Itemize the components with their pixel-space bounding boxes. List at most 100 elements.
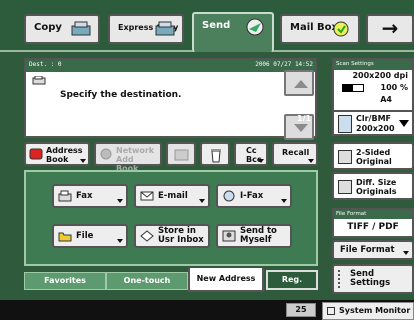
document-icon bbox=[338, 115, 352, 133]
scan-mode-selector[interactable]: Clr/BMF 200x200 bbox=[332, 110, 414, 136]
corner-arrow-icon bbox=[117, 199, 123, 203]
corner-arrow-icon bbox=[258, 159, 264, 163]
recall-label: Recall bbox=[282, 148, 310, 157]
ifax-button[interactable]: I-Fax bbox=[216, 184, 292, 208]
resolution-value: 200x200 dpi bbox=[352, 71, 408, 80]
email-label: E-mail bbox=[158, 191, 188, 201]
file-label: File bbox=[76, 231, 94, 241]
mailbox-icon bbox=[333, 21, 349, 37]
copier-icon bbox=[71, 21, 91, 36]
sendme-label-2: Myself bbox=[240, 235, 272, 245]
address-book-icon bbox=[29, 148, 43, 160]
status-counter-button[interactable]: 25 bbox=[286, 303, 316, 317]
corner-arrow-icon bbox=[199, 199, 205, 203]
ratio-value: 100 % bbox=[380, 83, 409, 92]
tab-send[interactable]: Send bbox=[192, 12, 274, 52]
cc-bcc-button[interactable]: Cc Bcc bbox=[234, 142, 268, 166]
user-icon bbox=[222, 230, 236, 242]
email-button[interactable]: E-mail bbox=[134, 184, 210, 208]
two-sided-icon bbox=[338, 150, 352, 164]
register-button[interactable]: Reg. bbox=[266, 270, 318, 290]
diff-size-label-1: Diff. Size bbox=[356, 178, 397, 187]
file-format-value: TIFF / PDF bbox=[347, 222, 399, 232]
file-format-button[interactable]: File Format bbox=[332, 240, 414, 260]
diff-size-label: Diff. Size Originals bbox=[356, 178, 397, 196]
network-address-book-button[interactable]: Network Add Book bbox=[94, 142, 162, 173]
inbox-icon bbox=[140, 230, 154, 242]
scroll-up-button[interactable] bbox=[284, 70, 314, 96]
two-sided-original-button[interactable]: 2-Sided Original bbox=[332, 142, 414, 170]
page-counter: 1/1 bbox=[297, 114, 312, 123]
send-type-panel: Fax E-mail I-Fax File Store in Usr Inbox bbox=[24, 170, 318, 266]
system-monitor-button[interactable]: System Monitor bbox=[322, 302, 414, 320]
corner-arrow-icon bbox=[403, 251, 409, 255]
tab-one-touch[interactable]: One-touch bbox=[106, 272, 188, 290]
corner-arrow-icon bbox=[117, 239, 123, 243]
tab-mail-box[interactable]: Mail Box bbox=[280, 14, 360, 44]
corner-arrow-icon bbox=[80, 159, 86, 163]
up-arrow-icon bbox=[294, 80, 308, 88]
scan-mode-text: Clr/BMF 200x200 bbox=[356, 114, 395, 134]
scan-settings-panel: Scan Settings 200x200 dpi 100 % A4 bbox=[332, 58, 414, 114]
corner-arrow-icon bbox=[281, 199, 287, 203]
diff-size-label-2: Originals bbox=[356, 187, 397, 196]
trash-icon bbox=[211, 149, 221, 163]
email-icon bbox=[140, 191, 154, 201]
cc-label: Cc bbox=[246, 146, 257, 155]
send-screen: Copy Express Copy Send Mail Box → Dest. … bbox=[0, 0, 414, 320]
recall-button[interactable]: Recall bbox=[272, 142, 318, 166]
ifax-label: I-Fax bbox=[240, 191, 264, 201]
status-counter: 25 bbox=[295, 305, 307, 314]
send-to-myself-button[interactable]: Send to Myself bbox=[216, 224, 292, 248]
address-book-button[interactable]: Address Book bbox=[24, 142, 90, 166]
network-label-1: Network bbox=[116, 146, 155, 155]
tab-send-label: Send bbox=[202, 20, 231, 31]
two-sided-label-2: Original bbox=[356, 157, 392, 166]
tab-new-address[interactable]: New Address bbox=[188, 268, 264, 292]
next-function-button[interactable]: → bbox=[366, 14, 414, 44]
tab-favorites[interactable]: Favorites bbox=[24, 272, 106, 290]
two-sided-label-1: 2-Sided bbox=[356, 148, 391, 157]
destination-count: Dest. : 0 bbox=[29, 61, 62, 68]
send-settings-button[interactable]: Send Settings bbox=[332, 264, 414, 294]
down-arrow-icon bbox=[294, 124, 308, 132]
scan-settings-header: Scan Settings bbox=[334, 60, 412, 70]
sendme-label: Send to Myself bbox=[240, 227, 277, 245]
tab-copy[interactable]: Copy bbox=[24, 14, 100, 44]
send-icon bbox=[246, 18, 264, 36]
detail-button[interactable] bbox=[166, 142, 196, 166]
fax-button[interactable]: Fax bbox=[52, 184, 128, 208]
ifax-icon bbox=[223, 190, 235, 202]
function-tab-bar: Copy Express Copy Send Mail Box → bbox=[0, 0, 414, 52]
corner-arrow-icon bbox=[308, 159, 314, 163]
store-label: Store in Usr Inbox bbox=[158, 227, 204, 245]
file-format-header: File Format bbox=[334, 210, 412, 219]
reg-label: Reg. bbox=[281, 275, 303, 284]
file-format-panel: File Format TIFF / PDF bbox=[332, 208, 414, 238]
destination-message: Specify the destination. bbox=[60, 90, 182, 100]
destination-scroll bbox=[284, 70, 318, 140]
copier-icon bbox=[155, 21, 175, 36]
datetime: 2006 07/27 14:52 bbox=[255, 61, 313, 68]
monitor-icon bbox=[327, 307, 335, 315]
paper-size-value: A4 bbox=[380, 95, 392, 104]
send-settings-label-2: Settings bbox=[350, 278, 391, 288]
color-mode-value: Clr/BMF bbox=[356, 114, 392, 123]
two-sided-label: 2-Sided Original bbox=[356, 148, 392, 166]
fax-icon bbox=[58, 190, 72, 202]
store-in-inbox-button[interactable]: Store in Usr Inbox bbox=[134, 224, 210, 248]
destination-icon bbox=[32, 76, 46, 85]
arrow-right-icon: → bbox=[381, 16, 399, 40]
tab-copy-label: Copy bbox=[34, 22, 62, 33]
density-icon bbox=[342, 84, 364, 92]
delete-button[interactable] bbox=[200, 142, 230, 166]
details-icon bbox=[174, 149, 189, 161]
folder-icon bbox=[58, 232, 72, 242]
diff-size-icon bbox=[338, 180, 352, 194]
destination-header: Dest. : 0 2006 07/27 14:52 bbox=[26, 60, 315, 72]
file-format-button-label: File Format bbox=[340, 245, 395, 255]
dropdown-arrow-icon bbox=[399, 120, 409, 127]
different-size-originals-button[interactable]: Diff. Size Originals bbox=[332, 172, 414, 200]
tab-express-copy[interactable]: Express Copy bbox=[108, 14, 184, 44]
file-button[interactable]: File bbox=[52, 224, 128, 248]
